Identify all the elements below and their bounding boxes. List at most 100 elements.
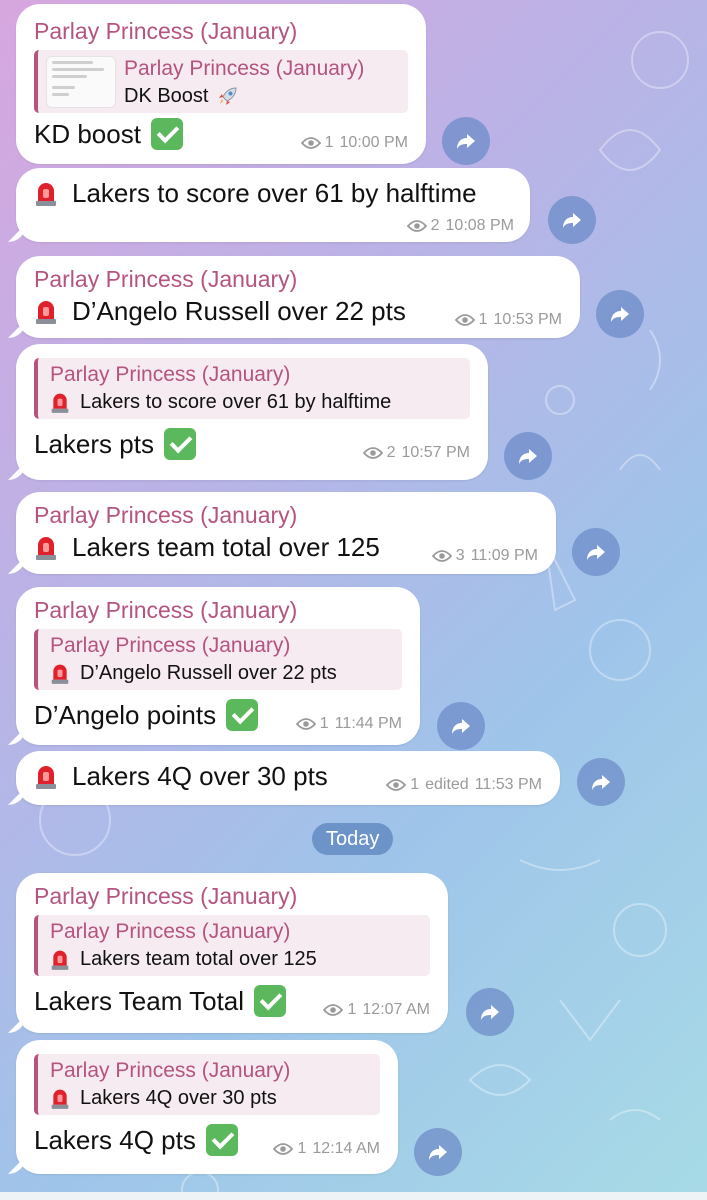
reply-sender: Parlay Princess (January): [50, 920, 291, 943]
message-text-label: D’Angelo points: [34, 700, 217, 730]
check-mark-button-icon: [150, 118, 183, 150]
message-text-label: Lakers pts: [34, 429, 154, 459]
message-time: 10:08 PM: [445, 217, 514, 234]
message-text-label: KD boost: [34, 119, 141, 149]
edited-label: edited: [425, 776, 469, 793]
message-time: 11:53 PM: [474, 776, 542, 793]
reply-quote[interactable]: Parlay Princess (January) D’Angelo Russe…: [34, 629, 402, 690]
rotating-light-icon: [36, 537, 56, 560]
reply-text: Lakers team total over 125: [50, 946, 416, 972]
message-time: 11:09 PM: [470, 547, 538, 564]
sender-name[interactable]: Parlay Princess (January): [34, 500, 538, 530]
eye-icon: [431, 550, 452, 562]
message-text: Lakers 4Q pts: [34, 1123, 238, 1157]
message-bubble[interactable]: Parlay Princess (January) Lakers team to…: [16, 492, 556, 574]
rotating-light-icon: [51, 1089, 69, 1109]
message-bubble[interactable]: Lakers to score over 61 by halftime 2 10…: [16, 168, 530, 242]
message-meta: 1 10:53 PM: [445, 310, 562, 330]
message-text-label: D’Angelo Russell over 22 pts: [72, 296, 406, 326]
message-text-label: Lakers 4Q pts: [34, 1125, 196, 1155]
forward-button[interactable]: [466, 988, 514, 1036]
reply-sender: Parlay Princess (January): [50, 1059, 291, 1082]
view-count: 2: [430, 217, 440, 234]
reply-text: Lakers to score over 61 by halftime: [50, 389, 456, 415]
share-arrow-icon: [519, 449, 537, 464]
message-time: 10:53 PM: [493, 311, 562, 328]
message-text: KD boost: [34, 117, 183, 151]
forward-button[interactable]: [504, 432, 552, 480]
message-text: Lakers to score over 61 by halftime: [34, 176, 512, 210]
reply-quote[interactable]: Parlay Princess (January) Lakers 4Q over…: [34, 1054, 380, 1115]
reply-text-label: Lakers to score over 61 by halftime: [80, 391, 392, 413]
forward-button[interactable]: [548, 196, 596, 244]
view-count: 1: [478, 311, 488, 328]
share-arrow-icon: [452, 719, 470, 734]
message-meta: 1 11:44 PM: [282, 714, 402, 734]
message-time: 12:14 AM: [312, 1140, 380, 1157]
forward-button[interactable]: [442, 117, 490, 165]
message-text: D’Angelo points: [34, 698, 259, 732]
forward-button[interactable]: [437, 702, 485, 750]
reply-quote[interactable]: Parlay Princess (January) Lakers to scor…: [34, 358, 470, 419]
message-time: 11:44 PM: [334, 715, 402, 732]
view-count: 2: [386, 444, 396, 461]
view-count: 1: [324, 134, 334, 151]
reply-quote[interactable]: Parlay Princess (January) DK Boost: [34, 50, 408, 113]
message-text: Lakers Team Total: [34, 984, 287, 1018]
message-bubble[interactable]: Parlay Princess (January) Parlay Princes…: [16, 587, 420, 745]
message-bubble[interactable]: Parlay Princess (January) Parlay Princes…: [16, 873, 448, 1033]
rotating-light-icon: [36, 183, 56, 206]
message-bubble[interactable]: Parlay Princess (January) D’Angelo Russe…: [16, 256, 580, 338]
message-meta: 3 11:09 PM: [422, 546, 538, 566]
message-text: Lakers pts: [34, 427, 196, 461]
sender-name[interactable]: Parlay Princess (January): [34, 264, 562, 294]
share-arrow-icon: [611, 307, 629, 322]
reply-text-label: Lakers team total over 125: [80, 948, 317, 970]
message-text-label: Lakers 4Q over 30 pts: [72, 761, 328, 791]
message-bubble[interactable]: Lakers 4Q over 30 pts 1 edited 11:53 PM: [16, 751, 560, 805]
message-text: Lakers 4Q over 30 pts: [34, 759, 328, 793]
rocket-icon: [219, 87, 237, 105]
message-text: Lakers team total over 125: [34, 530, 380, 564]
reply-quote[interactable]: Parlay Princess (January) Lakers team to…: [34, 915, 430, 976]
forward-button[interactable]: [572, 528, 620, 576]
forward-button[interactable]: [596, 290, 644, 338]
sender-name[interactable]: Parlay Princess (January): [34, 16, 408, 46]
check-mark-button-icon: [254, 985, 287, 1017]
message-bubble[interactable]: Parlay Princess (January) Lakers 4Q over…: [16, 1040, 398, 1174]
reply-text: DK Boost: [124, 83, 364, 109]
sender-name[interactable]: Parlay Princess (January): [34, 595, 402, 625]
message-bubble[interactable]: Parlay Princess (January) Lakers to scor…: [16, 344, 488, 480]
check-mark-button-icon: [163, 428, 196, 460]
rotating-light-icon: [36, 766, 56, 789]
message-meta: 2 10:57 PM: [349, 443, 470, 463]
reply-text-label: D’Angelo Russell over 22 pts: [80, 662, 337, 684]
view-count: 3: [455, 547, 465, 564]
eye-icon: [300, 137, 321, 149]
share-arrow-icon: [457, 134, 475, 149]
message-meta: 2 10:08 PM: [393, 216, 514, 236]
eye-icon: [273, 1143, 294, 1155]
forward-button[interactable]: [577, 758, 625, 806]
check-mark-button-icon: [205, 1124, 238, 1156]
date-separator: Today: [312, 823, 394, 855]
rotating-light-icon: [36, 301, 56, 324]
share-arrow-icon: [563, 213, 581, 228]
view-count: 1: [319, 715, 329, 732]
message-bubble[interactable]: Parlay Princess (January) Parlay Princes…: [16, 4, 426, 164]
message-meta: 1 10:00 PM: [287, 133, 408, 153]
eye-icon: [386, 779, 407, 791]
forward-button[interactable]: [414, 1128, 462, 1176]
message-text-label: Lakers to score over 61 by halftime: [72, 178, 477, 208]
view-count: 1: [410, 776, 420, 793]
eye-icon: [406, 220, 427, 232]
share-arrow-icon: [481, 1005, 499, 1020]
eye-icon: [362, 447, 383, 459]
share-arrow-icon: [592, 775, 610, 790]
view-count: 1: [297, 1140, 307, 1157]
message-text-label: Lakers team total over 125: [72, 532, 380, 562]
sender-name[interactable]: Parlay Princess (January): [34, 881, 430, 911]
reply-text-label: DK Boost: [124, 85, 209, 107]
reply-sender: Parlay Princess (January): [124, 57, 365, 80]
reply-text-label: Lakers 4Q over 30 pts: [80, 1087, 277, 1109]
